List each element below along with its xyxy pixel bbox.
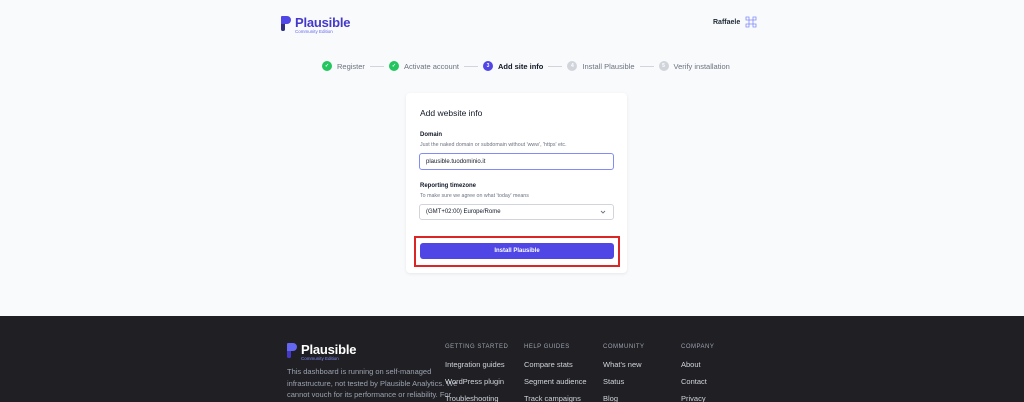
top-bar: Plausible Community Edition Raffaele bbox=[0, 0, 1024, 44]
footer-link[interactable]: WordPress plugin bbox=[445, 377, 508, 394]
step-verify-installation: 5 Verify installation bbox=[658, 61, 730, 71]
timezone-value: (GMT+02:00) Europe/Rome bbox=[426, 209, 501, 215]
step-separator bbox=[463, 65, 478, 67]
step-number: 4 bbox=[567, 61, 578, 71]
footer-link[interactable]: Status bbox=[603, 377, 645, 394]
step-number: 5 bbox=[658, 61, 669, 71]
domain-input[interactable]: plausible.tuodominio.it bbox=[419, 153, 614, 170]
footer-description: This dashboard is running on self-manage… bbox=[287, 367, 458, 402]
footer-link[interactable]: About bbox=[681, 360, 714, 377]
footer: Plausible Community Edition This dashboa… bbox=[0, 316, 1024, 402]
step-label: Register bbox=[337, 61, 365, 71]
footer-column-getting-started: GETTING STARTED Integration guides WordP… bbox=[445, 344, 508, 402]
check-icon: ✓ bbox=[388, 61, 399, 71]
footer-column-help-guides: HELP GUIDES Compare stats Segment audien… bbox=[524, 344, 587, 402]
footer-heading: COMPANY bbox=[681, 344, 715, 350]
step-install-plausible: 4 Install Plausible bbox=[567, 61, 635, 71]
step-register: ✓ Register bbox=[322, 61, 365, 71]
footer-link[interactable]: Track campaigns bbox=[524, 394, 587, 402]
step-label: Add site info bbox=[497, 61, 544, 71]
plausible-logo-icon bbox=[281, 16, 291, 31]
step-separator bbox=[369, 65, 384, 67]
footer-column-community: COMMUNITY What's new Status Blog bbox=[603, 344, 645, 402]
footer-logo[interactable]: Plausible Community Edition bbox=[287, 343, 356, 362]
brand-name: Plausible bbox=[295, 15, 351, 30]
check-icon: ✓ bbox=[322, 61, 332, 71]
plausible-logo-icon bbox=[287, 343, 297, 358]
site-info-card: Add website info Domain Just the naked d… bbox=[406, 93, 627, 273]
footer-link[interactable]: Compare stats bbox=[524, 360, 587, 377]
domain-hint: Just the naked domain or subdomain witho… bbox=[420, 142, 567, 148]
step-separator bbox=[548, 65, 563, 67]
plausible-logo[interactable]: Plausible Community Edition bbox=[281, 16, 350, 35]
timezone-hint: To make sure we agree on what 'today' me… bbox=[420, 193, 529, 199]
avatar-icon bbox=[745, 16, 757, 28]
footer-link[interactable]: Privacy bbox=[681, 394, 714, 402]
step-add-site-info: 3 Add site info bbox=[482, 61, 544, 71]
step-separator bbox=[639, 65, 654, 67]
footer-heading: GETTING STARTED bbox=[445, 344, 509, 350]
user-menu[interactable]: Raffaele bbox=[713, 15, 758, 29]
domain-label: Domain bbox=[420, 132, 443, 138]
timezone-label: Reporting timezone bbox=[420, 183, 477, 189]
step-label: Install Plausible bbox=[582, 61, 635, 71]
step-label: Verify installation bbox=[673, 61, 730, 71]
step-label: Activate account bbox=[403, 61, 459, 71]
footer-link[interactable]: Integration guides bbox=[445, 360, 508, 377]
step-activate-account: ✓ Activate account bbox=[388, 61, 459, 71]
footer-link[interactable]: Segment audience bbox=[524, 377, 587, 394]
user-name: Raffaele bbox=[713, 18, 741, 26]
footer-link[interactable]: Contact bbox=[681, 377, 714, 394]
chevron-down-icon bbox=[600, 210, 606, 214]
footer-link[interactable]: Troubleshooting bbox=[445, 394, 508, 402]
footer-heading: HELP GUIDES bbox=[524, 344, 570, 350]
brand-edition: Community Edition bbox=[301, 356, 339, 361]
footer-heading: COMMUNITY bbox=[603, 344, 645, 350]
onboarding-steps: ✓ Register ✓ Activate account 3 Add site… bbox=[322, 59, 730, 73]
card-title: Add website info bbox=[420, 108, 483, 118]
footer-link[interactable]: Blog bbox=[603, 394, 645, 402]
brand-edition: Community Edition bbox=[295, 29, 333, 34]
install-plausible-button[interactable]: Install Plausible bbox=[420, 243, 614, 259]
step-number: 3 bbox=[482, 61, 493, 71]
footer-link[interactable]: What's new bbox=[603, 360, 645, 377]
brand-name: Plausible bbox=[301, 342, 357, 357]
footer-column-company: COMPANY About Contact Privacy bbox=[681, 344, 714, 402]
domain-value: plausible.tuodominio.it bbox=[426, 158, 486, 165]
timezone-select[interactable]: (GMT+02:00) Europe/Rome bbox=[419, 204, 614, 220]
